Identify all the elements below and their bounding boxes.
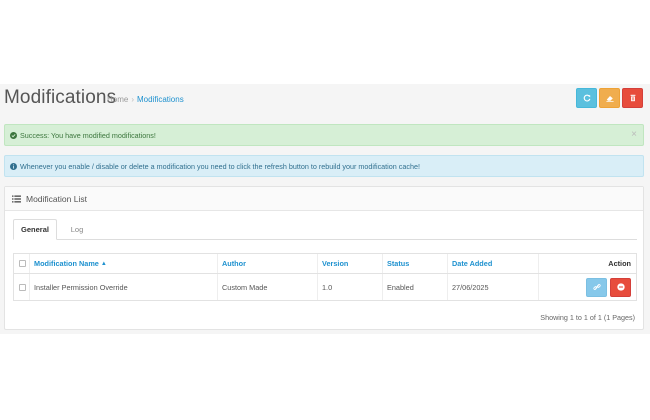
select-all-checkbox[interactable]: [19, 260, 26, 267]
select-all-cell: [14, 254, 30, 273]
eraser-icon: [605, 96, 614, 102]
page-header: Modifications Home › Modifications: [0, 84, 650, 116]
toggle-modification-button[interactable]: [586, 277, 607, 297]
success-alert: Success: You have modified modifications…: [4, 124, 644, 146]
info-alert-text: Whenever you enable / disable or delete …: [20, 161, 420, 171]
row-name: Installer Permission Override: [30, 274, 218, 300]
minus-circle-icon: [616, 283, 625, 291]
info-alert: Whenever you enable / disable or delete …: [4, 155, 644, 177]
tabs: General Log: [13, 219, 637, 240]
row-author: Custom Made: [218, 274, 318, 300]
row-select-cell: [14, 274, 30, 300]
column-header-date-added[interactable]: Date Added: [448, 254, 539, 273]
breadcrumb-home[interactable]: Home: [107, 95, 128, 104]
row-date-added: 27/06/2025: [448, 274, 539, 300]
row-version: 1.0: [318, 274, 383, 300]
sort-ascending-icon: ▲: [100, 260, 107, 267]
column-header-action: Action: [608, 259, 631, 268]
modification-list-panel: Modification List General Log Modificati…: [4, 186, 644, 330]
link-icon: [592, 284, 601, 290]
column-header-author[interactable]: Author: [218, 254, 318, 273]
success-alert-text: Success: You have modified modifications…: [20, 130, 156, 140]
pagination-info: Showing 1 to 1 of 1 (1 Pages): [540, 313, 635, 322]
tab-general[interactable]: General: [13, 219, 57, 240]
refresh-button[interactable]: [576, 88, 597, 108]
trash-icon: [630, 94, 635, 102]
row-status: Enabled: [383, 274, 448, 300]
panel-heading: Modification List: [5, 187, 643, 211]
tab-log[interactable]: Log: [67, 219, 87, 240]
delete-button[interactable]: [622, 88, 643, 108]
column-header-version[interactable]: Version: [318, 254, 383, 273]
clear-log-button[interactable]: [599, 88, 620, 108]
table-row: Installer Permission Override Custom Mad…: [14, 274, 636, 300]
close-icon[interactable]: ×: [631, 129, 637, 140]
table-header-row: Modification Name ▲ Author Version Status…: [14, 254, 636, 274]
breadcrumb-separator: ›: [131, 95, 135, 104]
column-header-status[interactable]: Status: [383, 254, 448, 273]
modification-table: Modification Name ▲ Author Version Status…: [13, 253, 637, 301]
refresh-icon: [583, 94, 590, 102]
check-circle-icon: [10, 131, 17, 139]
breadcrumb: Home › Modifications: [107, 95, 184, 104]
column-name-label: Modification Name: [34, 259, 99, 268]
list-icon: [12, 194, 21, 203]
remove-modification-button[interactable]: [610, 277, 631, 297]
breadcrumb-modifications[interactable]: Modifications: [137, 95, 184, 104]
panel-title: Modification List: [26, 193, 87, 204]
info-circle-icon: [10, 162, 17, 170]
column-header-name[interactable]: Modification Name ▲: [30, 254, 218, 273]
row-actions: [539, 274, 636, 300]
page-title: Modifications: [4, 87, 117, 108]
row-checkbox[interactable]: [19, 283, 26, 291]
